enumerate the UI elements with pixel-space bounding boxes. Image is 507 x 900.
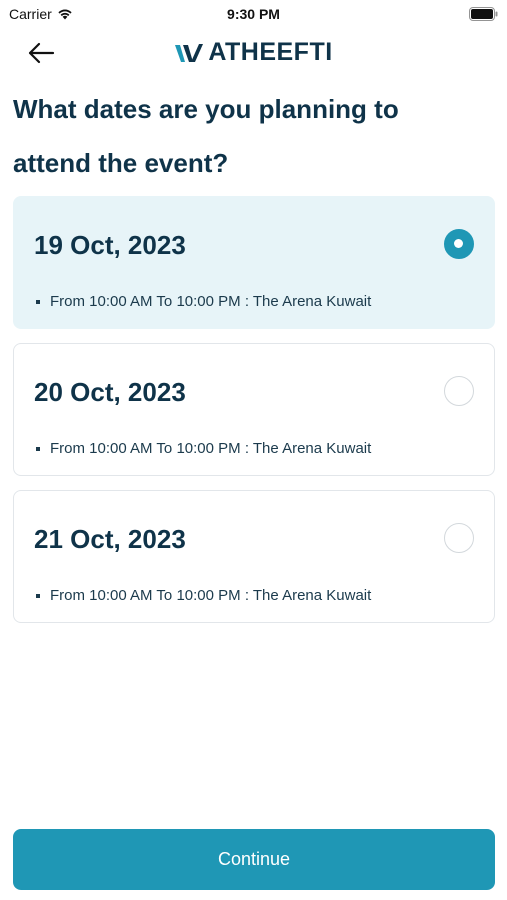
bullet-icon (36, 299, 40, 304)
date-option-date: 20 Oct, 2023 (34, 377, 186, 407)
bullet-icon (36, 446, 40, 451)
app-header: ATHEEFTI (0, 30, 507, 76)
radio-checked-icon[interactable] (444, 229, 474, 259)
app-logo: ATHEEFTI (0, 38, 507, 67)
date-option-detail: From 10:00 AM To 10:00 PM : The Arena Ku… (34, 587, 371, 604)
date-option-detail: From 10:00 AM To 10:00 PM : The Arena Ku… (34, 440, 371, 457)
date-option-detail-text: From 10:00 AM To 10:00 PM : The Arena Ku… (50, 293, 372, 310)
date-options-list: 19 Oct, 2023 From 10:00 AM To 10:00 PM :… (13, 196, 495, 637)
date-option-detail: From 10:00 AM To 10:00 PM : The Arena Ku… (34, 293, 371, 310)
radio-dot (454, 239, 463, 248)
date-option-detail-text: From 10:00 AM To 10:00 PM : The Arena Ku… (50, 587, 372, 604)
date-option-card[interactable]: 19 Oct, 2023 From 10:00 AM To 10:00 PM :… (13, 196, 495, 329)
status-bar: Carrier 9:30 PM (0, 0, 507, 30)
logo-mark-icon (175, 43, 204, 62)
date-option-card[interactable]: 21 Oct, 2023 From 10:00 AM To 10:00 PM :… (13, 490, 495, 623)
date-option-card[interactable]: 20 Oct, 2023 From 10:00 AM To 10:00 PM :… (13, 343, 495, 476)
page-title: What dates are you planning to attend th… (13, 94, 399, 178)
bullet-icon (36, 593, 40, 598)
radio-unchecked-icon[interactable] (444, 376, 474, 406)
continue-button[interactable]: Continue (13, 829, 495, 890)
logo-text: ATHEEFTI (208, 38, 333, 66)
date-option-date: 21 Oct, 2023 (34, 524, 186, 554)
radio-unchecked-icon[interactable] (444, 523, 474, 553)
date-option-date: 19 Oct, 2023 (34, 230, 186, 260)
battery-icon (469, 7, 498, 21)
date-option-detail-text: From 10:00 AM To 10:00 PM : The Arena Ku… (50, 440, 372, 457)
status-time: 9:30 PM (227, 6, 280, 22)
